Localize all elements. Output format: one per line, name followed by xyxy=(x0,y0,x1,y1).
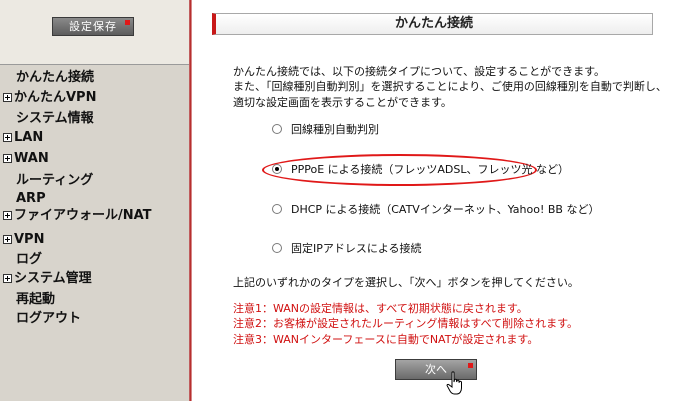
sidebar-item-log[interactable]: ログ xyxy=(16,252,42,268)
page-title: かんたん接続 xyxy=(394,16,473,31)
option-static-ip[interactable]: 固定IPアドレスによる接続 xyxy=(272,242,422,256)
instruction-text: 上記のいずれかのタイプを選択し、「次へ」ボタンを押してください。 xyxy=(233,276,579,289)
sidebar-item-label: LAN xyxy=(14,130,44,145)
sidebar-item-label: 再起動 xyxy=(16,292,56,307)
divider xyxy=(0,64,189,65)
warning-1: 注意1：WANの設定情報は、すべて初期状態に戻されます。 xyxy=(233,302,528,315)
sidebar-item-routing[interactable]: ルーティング xyxy=(16,173,93,189)
expand-plus-icon[interactable] xyxy=(3,211,12,220)
sidebar-item-label: システム情報 xyxy=(16,111,94,126)
expand-plus-icon[interactable] xyxy=(3,154,12,163)
expand-plus-icon[interactable] xyxy=(3,274,12,283)
red-marker-icon xyxy=(468,363,473,368)
sidebar-item-arp[interactable]: ARP xyxy=(16,191,46,207)
sidebar-item-easy-vpn[interactable]: かんたんVPN xyxy=(3,90,96,106)
next-button[interactable]: 次へ xyxy=(395,359,477,380)
radio-button-selected[interactable] xyxy=(272,164,282,174)
sidebar-item-reboot[interactable]: 再起動 xyxy=(16,292,55,308)
radio-button[interactable] xyxy=(272,243,282,253)
intro-line-1: かんたん接続では、以下の接続タイプについて、設定することができます。 xyxy=(233,65,606,78)
sidebar-item-label: ARP xyxy=(16,191,46,206)
option-label: PPPoE による接続（フレッツADSL、フレッツ光 など） xyxy=(291,163,569,176)
sidebar-item-easy-connect[interactable]: かんたん接続 xyxy=(16,70,94,86)
sidebar-item-label: ログアウト xyxy=(16,311,82,326)
expand-plus-icon[interactable] xyxy=(3,235,12,244)
sidebar-header: 設定保存 xyxy=(0,0,189,64)
radio-button[interactable] xyxy=(272,204,282,214)
save-settings-button[interactable]: 設定保存 xyxy=(52,17,134,36)
expand-plus-icon[interactable] xyxy=(3,133,12,142)
sidebar-item-label: システム管理 xyxy=(14,271,92,286)
save-settings-label: 設定保存 xyxy=(69,20,117,33)
radio-button[interactable] xyxy=(272,124,282,134)
sidebar-item-wan[interactable]: WAN xyxy=(3,151,49,167)
option-pppoe[interactable]: PPPoE による接続（フレッツADSL、フレッツ光 など） xyxy=(272,163,569,177)
warning-3: 注意3：WANインターフェースに自動でNATが設定されます。 xyxy=(233,333,539,346)
option-auto-detect[interactable]: 回線種別自動判別 xyxy=(272,123,379,137)
sidebar: 設定保存 かんたん接続 かんたんVPN システム情報 LAN WAN ルーティン… xyxy=(0,0,189,401)
sidebar-item-lan[interactable]: LAN xyxy=(3,130,43,146)
sidebar-item-system-admin[interactable]: システム管理 xyxy=(3,271,92,287)
sidebar-item-label: VPN xyxy=(14,232,45,247)
warning-2: 注意2：お客様が設定されたルーティング情報はすべて削除されます。 xyxy=(233,317,579,330)
sidebar-item-system-info[interactable]: システム情報 xyxy=(16,111,94,127)
sidebar-item-logout[interactable]: ログアウト xyxy=(16,311,81,327)
sidebar-item-label: ルーティング xyxy=(16,173,94,188)
sidebar-item-label: ファイアウォール/NAT xyxy=(14,208,152,223)
sidebar-item-label: WAN xyxy=(14,151,49,166)
next-button-label: 次へ xyxy=(425,363,447,376)
intro-line-2: また、「回線種別自動判別」を選択することにより、ご使用の回線種別を自動で判断し、 xyxy=(233,80,667,93)
hand-pointer-icon xyxy=(446,371,462,395)
sidebar-item-label: かんたんVPN xyxy=(14,90,97,105)
main-content: かんたん接続 かんたん接続では、以下の接続タイプについて、設定することができます… xyxy=(192,0,677,401)
option-label: 回線種別自動判別 xyxy=(291,123,379,136)
sidebar-item-label: ログ xyxy=(16,252,43,267)
expand-plus-icon[interactable] xyxy=(3,93,12,102)
red-marker-icon xyxy=(125,20,130,25)
option-label: 固定IPアドレスによる接続 xyxy=(291,242,422,255)
intro-line-3: 適切な設定画面を表示することができます。 xyxy=(233,96,452,109)
sidebar-item-label: かんたん接続 xyxy=(16,70,95,85)
option-dhcp[interactable]: DHCP による接続（CATVインターネット、Yahoo! BB など） xyxy=(272,203,599,217)
title-bar: かんたん接続 xyxy=(212,13,653,35)
option-label: DHCP による接続（CATVインターネット、Yahoo! BB など） xyxy=(291,203,600,216)
sidebar-item-firewall-nat[interactable]: ファイアウォール/NAT xyxy=(3,208,152,224)
sidebar-item-vpn[interactable]: VPN xyxy=(3,232,44,248)
